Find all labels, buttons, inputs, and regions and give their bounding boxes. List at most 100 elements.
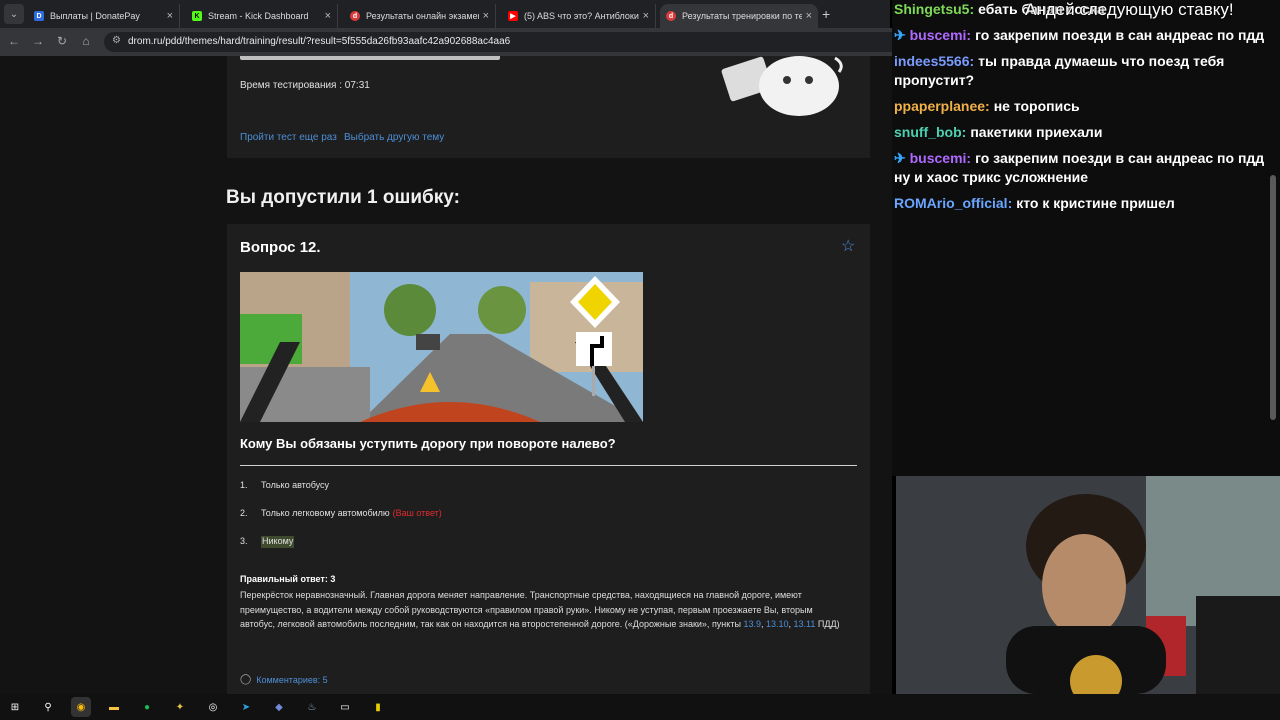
close-tab-icon[interactable]: × <box>643 10 649 22</box>
tab-exam-results[interactable]: d Результаты онлайн экзамена ПДД × <box>344 4 496 28</box>
rule-link[interactable]: 13.9 <box>743 619 761 629</box>
your-answer-badge: (Ваш ответ) <box>392 508 442 518</box>
tab-title: Stream - Kick Dashboard <box>208 11 309 21</box>
webcam-image <box>896 476 1280 694</box>
webcam-feed <box>896 476 1280 694</box>
question-title: Вопрос 12. <box>240 239 321 256</box>
chat-message: snuff_bob: пакетики приехали <box>894 123 1274 142</box>
mistakes-heading: Вы допустили 1 ошибку: <box>226 187 460 208</box>
chat-username: buscemi: <box>909 27 972 43</box>
correct-answer-label: Правильный ответ: 3 <box>240 574 336 584</box>
divider <box>240 465 857 466</box>
chat-username: indees5566: <box>894 53 975 69</box>
result-heading-cut <box>240 56 500 60</box>
page-content: Время тестирования : 07:31 Пройти тест е… <box>0 56 892 694</box>
close-tab-icon[interactable]: × <box>325 10 331 22</box>
tab-strip: ⌄ D Выплаты | DonatePay × K Stream - Kic… <box>0 0 890 28</box>
discord-icon[interactable]: ◆ <box>269 697 289 717</box>
chat-username: snuff_bob: <box>894 124 967 140</box>
telegram-icon[interactable]: ➤ <box>236 697 256 717</box>
kick-icon: K <box>192 11 202 21</box>
taskbar: ⊞ ⚲ ◉ ▬ ● ✦ ◎ ➤ ◆ ♨ ▭ ▮ <box>0 694 1280 720</box>
chat-text: пакетики приехали <box>970 124 1103 140</box>
close-tab-icon[interactable]: × <box>806 10 812 22</box>
close-tab-icon[interactable]: × <box>167 10 173 22</box>
close-tab-icon[interactable]: × <box>483 10 489 22</box>
answer-number: 3. <box>240 536 248 546</box>
mascot-illustration <box>721 56 843 116</box>
badge-icon: ✈ <box>894 27 906 43</box>
chat-message: ppaperplanee: не торопись <box>894 97 1274 116</box>
answer-number: 1. <box>240 480 248 490</box>
tab-youtube-abs[interactable]: ▶ (5) ABS что это? Антиблокиро... × <box>502 4 656 28</box>
chat-username: Shingetsu5: <box>894 1 975 17</box>
star-icon[interactable]: ☆ <box>841 236 855 256</box>
chat-username: ppaperplanee: <box>894 98 990 114</box>
question-image <box>240 272 643 422</box>
back-icon[interactable]: ← <box>6 34 22 48</box>
stream-overlay-text: Андей следующую ставку! <box>1025 0 1234 19</box>
search-icon[interactable]: ⚲ <box>38 697 58 717</box>
chrome-icon[interactable]: ◉ <box>71 697 91 717</box>
chat-text: кто к кристине пришел <box>1016 195 1175 211</box>
steam-icon[interactable]: ♨ <box>302 697 322 717</box>
scrollbar[interactable] <box>1270 175 1276 420</box>
app-icon[interactable]: ✦ <box>170 697 190 717</box>
chat-message: indees5566: ты правда думаешь что поезд т… <box>894 52 1274 90</box>
tab-title: Выплаты | DonatePay <box>50 11 140 21</box>
chat-username: ROMArio_official: <box>894 195 1013 211</box>
chat-text: го закрепим поезди в сан андреас по пдд <box>975 27 1265 43</box>
terminal-icon[interactable]: ▭ <box>335 697 355 717</box>
tab-donatepay[interactable]: D Выплаты | DonatePay × <box>28 4 180 28</box>
chat-text: не торопись <box>993 98 1080 114</box>
tab-training-results[interactable]: d Результаты тренировки по теме × <box>660 4 818 28</box>
answer-item: 1. Только автобусу <box>240 480 850 508</box>
chat-username: buscemi: <box>909 150 972 166</box>
choose-topic-link[interactable]: Выбрать другую тему <box>344 132 444 143</box>
new-tab-button[interactable]: + <box>822 6 830 22</box>
answer-number: 2. <box>240 508 248 518</box>
home-icon[interactable]: ⌂ <box>78 34 94 48</box>
spotify-icon[interactable]: ● <box>137 697 157 717</box>
comment-icon: ◯ <box>240 674 252 685</box>
drom-icon: d <box>350 11 360 21</box>
site-info-icon[interactable]: ⚙ <box>112 35 121 46</box>
app-icon[interactable]: ▮ <box>368 697 388 717</box>
chat-message: ✈ buscemi: го закрепим поезди в сан андре… <box>894 26 1274 45</box>
rule-link[interactable]: 13.10 <box>766 619 789 629</box>
drom-icon: d <box>666 11 676 21</box>
answer-item-wrong: 2. Только легковому автомобилю (Ваш отве… <box>240 508 850 536</box>
donatepay-icon: D <box>34 11 44 21</box>
explanation-tail: ПДД) <box>817 619 840 629</box>
answer-item-correct: 3. Никому <box>240 536 850 564</box>
rule-link[interactable]: 13.11 <box>794 619 816 629</box>
question-card: Вопрос 12. ☆ Кому Вы обязаны уступить до… <box>227 224 870 694</box>
answers-list: 1. Только автобусу 2. Только легковому а… <box>240 480 850 564</box>
retry-test-link[interactable]: Пройти тест еще раз <box>240 132 337 143</box>
tab-kick[interactable]: K Stream - Kick Dashboard × <box>186 4 338 28</box>
testing-time: Время тестирования : 07:31 <box>240 80 370 91</box>
forward-icon[interactable]: → <box>30 34 46 48</box>
file-explorer-icon[interactable]: ▬ <box>104 697 124 717</box>
tab-title: (5) ABS что это? Антиблокиро... <box>524 11 639 21</box>
windows-start-icon[interactable]: ⊞ <box>5 697 25 717</box>
url-text: drom.ru/pdd/themes/hard/training/result/… <box>128 36 511 47</box>
answer-text: Только автобусу <box>261 480 330 490</box>
reload-icon[interactable]: ↻ <box>54 34 70 48</box>
chat-message: ROMArio_official: кто к кристине пришел <box>894 194 1274 213</box>
badge-icon: ✈ <box>894 150 906 166</box>
tab-title: Результаты онлайн экзамена ПДД <box>366 11 479 21</box>
comments-link[interactable]: ◯ Комментариев: 5 <box>240 674 328 685</box>
obs-icon[interactable]: ◎ <box>203 697 223 717</box>
result-summary-card: Время тестирования : 07:31 Пройти тест е… <box>227 56 870 158</box>
question-text: Кому Вы обязаны уступить дорогу при пово… <box>240 436 616 451</box>
explanation-body: Перекрёсток неравнозначный. Главная доро… <box>240 590 813 629</box>
tab-search-button[interactable]: ⌄ <box>4 4 24 24</box>
comments-count: Комментариев: 5 <box>256 674 328 685</box>
answer-text: Только легковому автомобилю <box>261 508 390 518</box>
chat-message: ✈ buscemi: го закрепим поезди в сан андре… <box>894 149 1274 187</box>
stream-chat: Shingetsu5: ебать банан ссска ✈ buscemi: г… <box>892 0 1280 476</box>
youtube-icon: ▶ <box>508 11 518 21</box>
tab-title: Результаты тренировки по теме <box>682 11 802 21</box>
answer-text: Никому <box>261 536 295 548</box>
